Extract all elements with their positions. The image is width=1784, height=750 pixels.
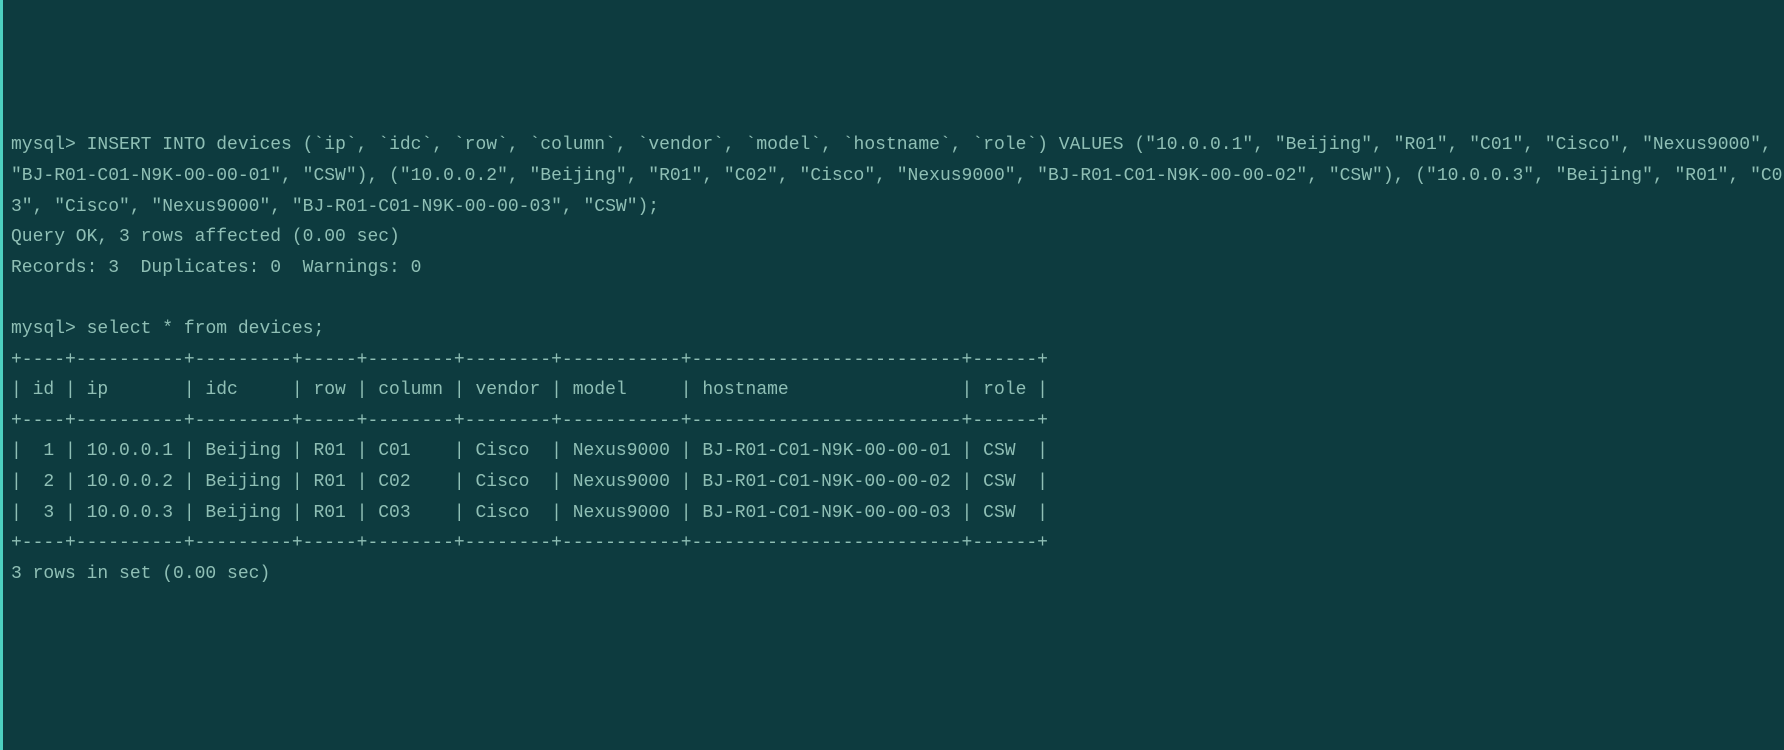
table-row: | 2 | 10.0.0.2 | Beijing | R01 | C02 | C… — [11, 472, 1048, 492]
select-statement-line: mysql> select * from devices; — [11, 319, 324, 339]
table-border-mid: +----+----------+---------+-----+-------… — [11, 411, 1048, 431]
table-border-top: +----+----------+---------+-----+-------… — [11, 350, 1048, 370]
table-row: | 1 | 10.0.0.1 | Beijing | R01 | C01 | C… — [11, 441, 1048, 461]
insert-statement-line: mysql> INSERT INTO devices (`ip`, `idc`,… — [11, 135, 1783, 216]
terminal-output[interactable]: mysql> INSERT INTO devices (`ip`, `idc`,… — [11, 130, 1784, 589]
select-command: select * from devices; — [87, 319, 325, 339]
records-line: Records: 3 Duplicates: 0 Warnings: 0 — [11, 258, 421, 278]
mysql-prompt: mysql> — [11, 319, 76, 339]
query-ok-line: Query OK, 3 rows affected (0.00 sec) — [11, 227, 400, 247]
table-border-bottom: +----+----------+---------+-----+-------… — [11, 533, 1048, 553]
mysql-prompt: mysql> — [11, 135, 76, 155]
table-header-row: | id | ip | idc | row | column | vendor … — [11, 380, 1048, 400]
table-row: | 3 | 10.0.0.3 | Beijing | R01 | C03 | C… — [11, 503, 1048, 523]
insert-command: INSERT INTO devices (`ip`, `idc`, `row`,… — [11, 135, 1783, 216]
rows-in-set-line: 3 rows in set (0.00 sec) — [11, 564, 270, 584]
